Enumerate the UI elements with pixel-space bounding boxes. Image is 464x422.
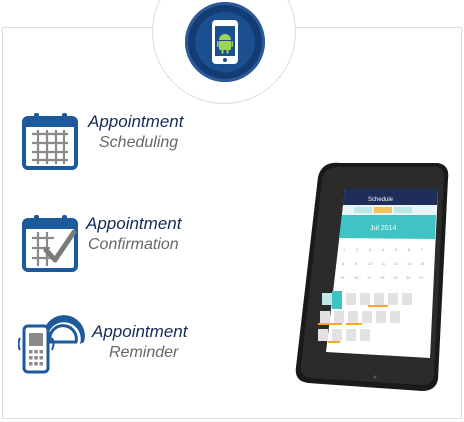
feature-subtitle: Confirmation [88, 236, 179, 253]
feature-title: Appointment [86, 214, 182, 233]
svg-text:21: 21 [419, 275, 424, 280]
svg-text:10: 10 [368, 261, 373, 266]
feature-subtitle: Scheduling [99, 134, 179, 151]
app-title: Schedule [368, 197, 394, 203]
svg-text:14: 14 [420, 261, 425, 266]
svg-text:15: 15 [340, 275, 345, 280]
svg-text:19: 19 [393, 275, 398, 280]
android-badge [185, 2, 265, 82]
calendar-grid-icon [22, 113, 78, 170]
phone-mockup: 1234567 8 9 10 11 12 13 14 15 16 17 18 19 20 21 Sche… [288, 155, 458, 395]
feature-title: Appointment [88, 112, 184, 131]
calendar-check-icon [22, 215, 78, 272]
feature-title: Appointment [92, 322, 188, 341]
phone-alarm-icon [18, 315, 85, 374]
svg-text:17: 17 [367, 275, 372, 280]
svg-text:18: 18 [380, 275, 385, 280]
month-label: Jul 2014 [370, 225, 397, 232]
svg-text:12: 12 [394, 261, 399, 266]
svg-text:16: 16 [354, 275, 359, 280]
svg-text:13: 13 [407, 261, 412, 266]
feature-subtitle: Reminder [109, 344, 179, 361]
svg-text:20: 20 [406, 275, 411, 280]
android-phone-icon [212, 20, 238, 64]
